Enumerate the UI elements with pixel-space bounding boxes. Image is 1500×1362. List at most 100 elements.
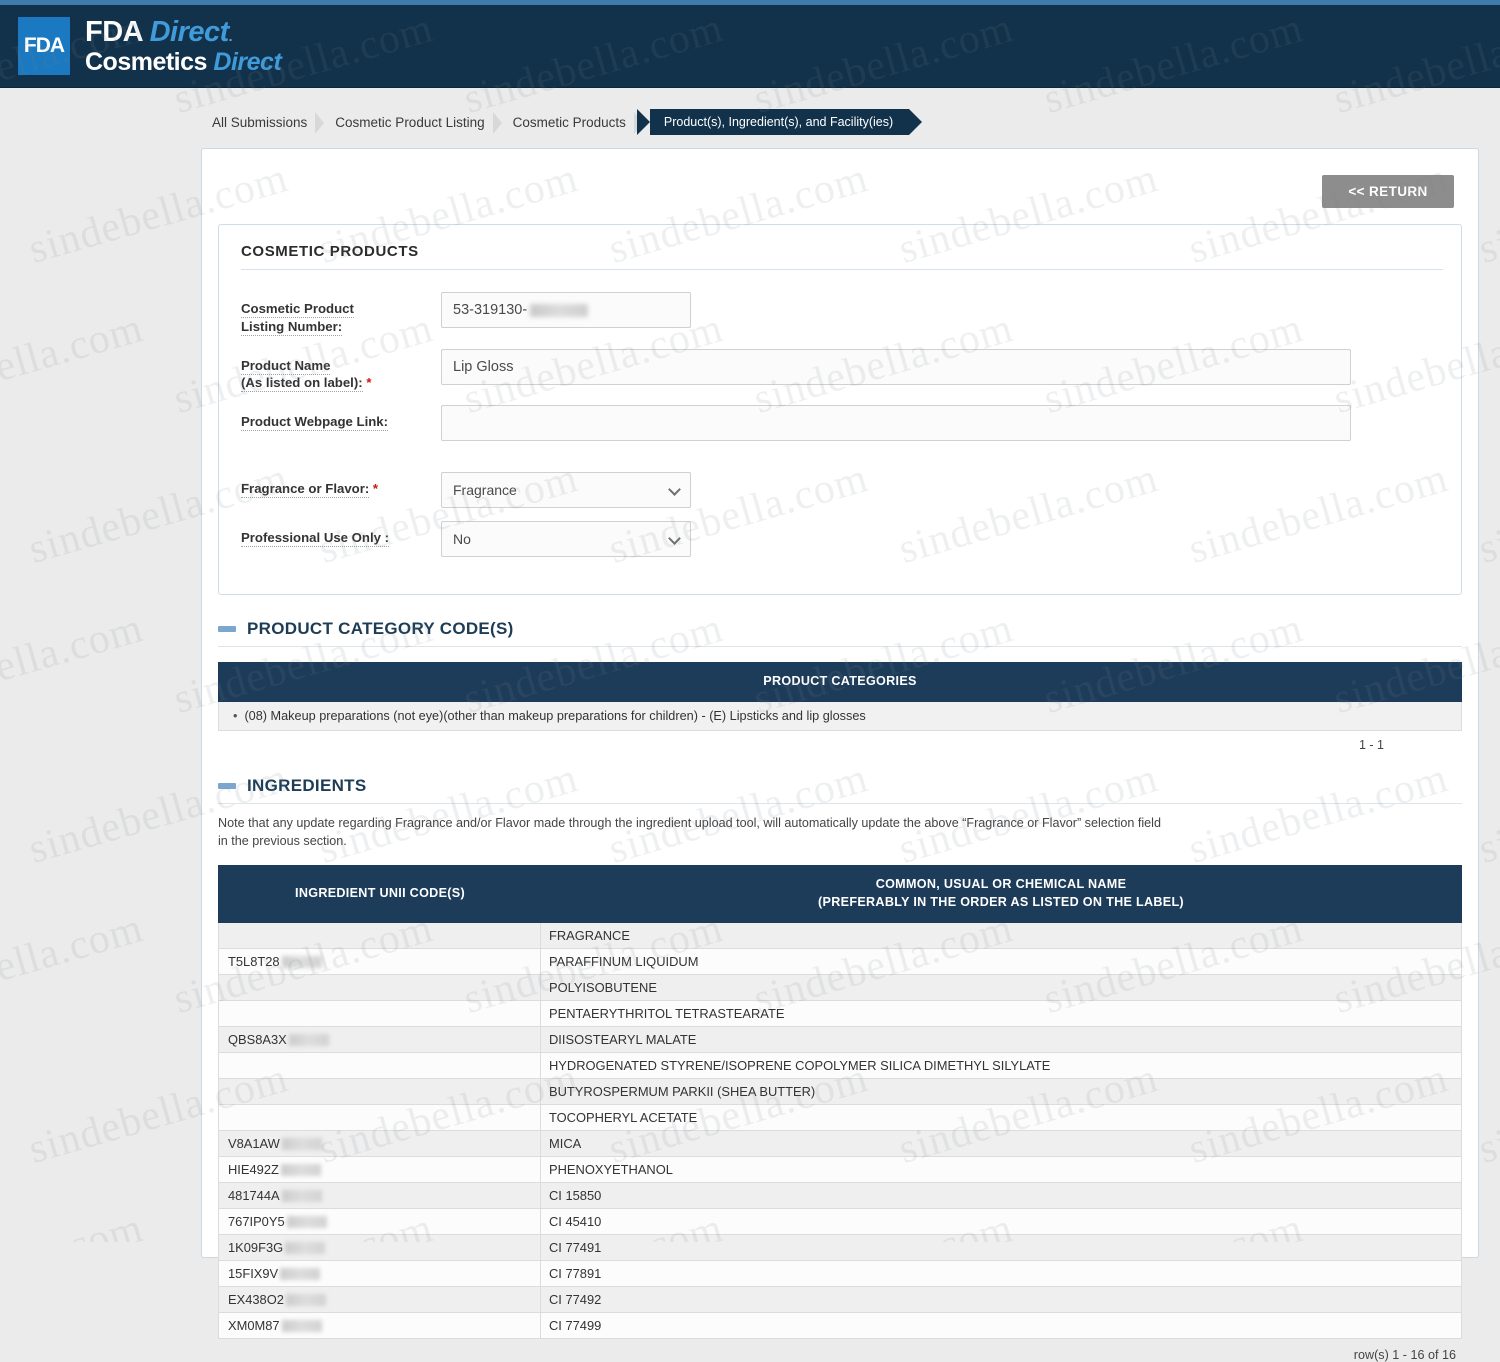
listing-number-field[interactable]: 53-319130-	[441, 292, 691, 328]
breadcrumb-products-ingredients-facilities[interactable]: Product(s), Ingredient(s), and Facility(…	[650, 109, 909, 135]
table-row: 767IP0Y5CI 45410	[219, 1208, 1462, 1234]
table-row: 15FIX9V CI 77891	[219, 1260, 1462, 1286]
fragrance-selected-value: Fragrance	[453, 482, 517, 498]
product-category-section-header: PRODUCT CATEGORY CODE(S)	[218, 619, 1462, 647]
redacted-block-icon	[530, 304, 588, 317]
ingredient-unii-cell: QBS8A3X	[219, 1026, 541, 1052]
ingredient-name-cell: MICA	[541, 1130, 1462, 1156]
ingredients-note: Note that any update regarding Fragrance…	[218, 814, 1462, 851]
ingredient-name-cell: CI 77491	[541, 1234, 1462, 1260]
ingredients-row-count: row(s) 1 - 16 of 16	[218, 1339, 1462, 1362]
form-spacer	[241, 454, 1443, 472]
collapse-toggle-icon[interactable]	[218, 626, 236, 632]
watermark-text: sindebella.com	[0, 1204, 149, 1242]
product-category-section-title: PRODUCT CATEGORY CODE(S)	[247, 619, 514, 639]
product-categories-thead: PRODUCT CATEGORIES	[219, 663, 1462, 702]
redacted-block-icon	[282, 1138, 322, 1150]
ingredient-unii-cell	[219, 1078, 541, 1104]
ingredient-name-cell: BUTYROSPERMUM PARKII (SHEA BUTTER)	[541, 1078, 1462, 1104]
ingredient-name-cell: PENTAERYTHRITOL TETRASTEARATE	[541, 1000, 1462, 1026]
professional-use-selected-value: No	[453, 531, 471, 547]
product-category-cell: •(08) Makeup preparations (not eye)(othe…	[219, 701, 1462, 730]
product-name-value: Lip Gloss	[453, 359, 513, 375]
table-row: FRAGRANCE	[219, 922, 1462, 948]
listing-number-label: Cosmetic Product Listing Number:	[241, 292, 441, 336]
watermark-text: sindebella.com	[0, 904, 149, 1024]
ingredient-name-cell: PHENOXYETHANOL	[541, 1156, 1462, 1182]
watermark-text: sindebella.com	[0, 304, 149, 424]
breadcrumb-cosmetic-product-listing[interactable]: Cosmetic Product Listing	[323, 110, 500, 135]
ingredient-unii-cell	[219, 1000, 541, 1026]
ingredient-unii-value: 767IP0Y5	[228, 1214, 285, 1229]
required-asterisk-fragrance: *	[373, 481, 378, 496]
table-row: TOCOPHERYL ACETATE	[219, 1104, 1462, 1130]
professional-use-select[interactable]: No	[441, 521, 691, 557]
ingredient-name-cell: FRAGRANCE	[541, 922, 1462, 948]
professional-use-label-text: Professional Use Only :	[241, 530, 389, 547]
table-row: QBS8A3X DIISOSTEARYL MALATE	[219, 1026, 1462, 1052]
ingredients-thead: INGREDIENT UNII CODE(S) COMMON, USUAL OR…	[219, 866, 1462, 922]
table-row: EX438O2 CI 77492	[219, 1286, 1462, 1312]
ingredient-name-header-line2: (PREFERABLY IN THE ORDER AS LISTED ON TH…	[818, 895, 1184, 909]
ingredients-table-wrap: INGREDIENT UNII CODE(S) COMMON, USUAL OR…	[218, 865, 1462, 1361]
ingredient-unii-cell	[219, 974, 541, 1000]
field-row-product-name: Product Name (As listed on label): * Lip…	[241, 349, 1443, 393]
product-name-field[interactable]: Lip Gloss	[441, 349, 1351, 385]
ingredient-name-cell: HYDROGENATED STYRENE/ISOPRENE COPOLYMER …	[541, 1052, 1462, 1078]
redacted-block-icon	[285, 1242, 325, 1254]
collapse-toggle-icon[interactable]	[218, 783, 236, 789]
ingredient-unii-cell: 481744A	[219, 1182, 541, 1208]
cosmetic-products-form: Cosmetic Product Listing Number: 53-3191…	[237, 292, 1443, 557]
brand-cosmetics-text: Cosmetics	[85, 48, 207, 76]
ingredient-unii-cell: XM0M87	[219, 1312, 541, 1338]
ingredient-unii-cell	[219, 1052, 541, 1078]
table-header-row: INGREDIENT UNII CODE(S) COMMON, USUAL OR…	[219, 866, 1462, 922]
ingredient-unii-value: QBS8A3X	[228, 1032, 287, 1047]
ingredients-note-line2: in the previous section.	[218, 834, 347, 848]
product-name-label-line2: (As listed on label):	[241, 375, 363, 392]
ingredient-name-cell: CI 77492	[541, 1286, 1462, 1312]
table-row: BUTYROSPERMUM PARKII (SHEA BUTTER)	[219, 1078, 1462, 1104]
field-row-professional-use: Professional Use Only : No	[241, 521, 1443, 557]
breadcrumb-cosmetic-products[interactable]: Cosmetic Products	[501, 110, 642, 135]
watermark-text: sindebella.com	[0, 604, 149, 724]
table-row: HYDROGENATED STYRENE/ISOPRENE COPOLYMER …	[219, 1052, 1462, 1078]
fragrance-label: Fragrance or Flavor: *	[241, 472, 441, 498]
listing-number-label-line1: Cosmetic Product	[241, 301, 354, 318]
product-categories-tbody: •(08) Makeup preparations (not eye)(othe…	[219, 701, 1462, 730]
table-row: V8A1AWMICA	[219, 1130, 1462, 1156]
fragrance-select[interactable]: Fragrance	[441, 472, 691, 508]
table-row: 481744ACI 15850	[219, 1182, 1462, 1208]
ingredient-unii-value: 15FIX9V	[228, 1266, 278, 1281]
return-row: << RETURN	[202, 149, 1478, 208]
table-header-row: PRODUCT CATEGORIES	[219, 663, 1462, 702]
chevron-down-icon	[668, 483, 681, 496]
brand-fda-text: FDA	[85, 16, 142, 48]
redacted-block-icon	[287, 1216, 327, 1228]
ingredient-name-cell: POLYISOBUTENE	[541, 974, 1462, 1000]
brand-title: FDA Direct. Cosmetics Direct	[85, 18, 281, 75]
ingredient-unii-value: EX438O2	[228, 1292, 284, 1307]
field-row-listing-number: Cosmetic Product Listing Number: 53-3191…	[241, 292, 1443, 336]
ingredient-unii-cell	[219, 1104, 541, 1130]
ingredient-name-cell: CI 77891	[541, 1260, 1462, 1286]
product-categories-table: PRODUCT CATEGORIES •(08) Makeup preparat…	[218, 662, 1462, 731]
return-button[interactable]: << RETURN	[1322, 175, 1454, 208]
ingredient-unii-cell: 767IP0Y5	[219, 1208, 541, 1234]
ingredient-name-cell: DIISOSTEARYL MALATE	[541, 1026, 1462, 1052]
app-header: FDA FDA Direct. Cosmetics Direct	[0, 5, 1500, 88]
ingredients-note-line1: Note that any update regarding Fragrance…	[218, 816, 1161, 830]
table-row: POLYISOBUTENE	[219, 974, 1462, 1000]
listing-number-value: 53-319130-	[453, 302, 527, 318]
ingredient-name-column-header: COMMON, USUAL OR CHEMICAL NAME (PREFERAB…	[541, 866, 1462, 922]
redacted-block-icon	[281, 1164, 321, 1176]
breadcrumb-all-submissions[interactable]: All Submissions	[200, 110, 323, 135]
webpage-link-field[interactable]	[441, 405, 1351, 441]
table-row: PENTAERYTHRITOL TETRASTEARATE	[219, 1000, 1462, 1026]
ingredients-tbody: FRAGRANCET5L8T28PARAFFINUM LIQUIDUMPOLYI…	[219, 922, 1462, 1338]
chevron-down-icon	[668, 532, 681, 545]
redacted-block-icon	[282, 1190, 322, 1202]
required-asterisk-product-name: *	[366, 375, 371, 390]
field-row-webpage-link: Product Webpage Link:	[241, 405, 1443, 441]
ingredients-section-header: INGREDIENTS	[218, 776, 1462, 804]
